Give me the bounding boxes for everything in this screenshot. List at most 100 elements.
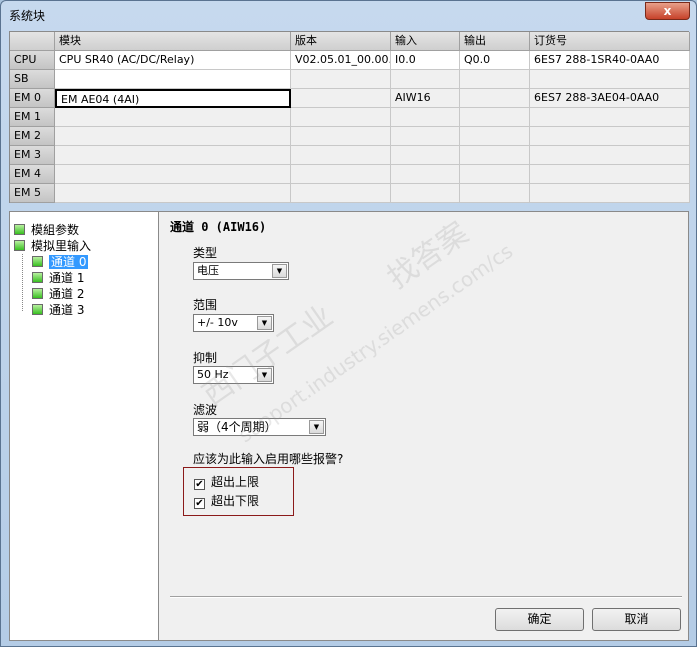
grid-cell[interactable] (55, 184, 291, 203)
settings-area: 模組参数 模拟里输入 通道 0 通道 1 通道 2 通道 3 通道 0 (AIW… (9, 211, 689, 641)
checkmark-icon: ✔ (194, 479, 205, 490)
grid-cell[interactable] (530, 70, 690, 89)
channel-panel: 通道 0 (AIW16) 类型 电压 ▼ 范围 +/- 10v ▼ 抑制 50 Hz… (160, 212, 688, 640)
grid-cell[interactable]: V02.05.01_00.00... (291, 51, 391, 70)
grid-row: EM 2 (10, 127, 690, 146)
grid-cell[interactable]: CPU SR40 (AC/DC/Relay) (55, 51, 291, 70)
grid-cell[interactable] (530, 165, 690, 184)
slot-label[interactable]: SB (10, 70, 55, 89)
grid-cell[interactable] (530, 127, 690, 146)
slot-label[interactable]: EM 4 (10, 165, 55, 184)
tree-item-analog-input[interactable]: 模拟里输入 (14, 238, 91, 254)
grid-cell[interactable] (530, 108, 690, 127)
tree-item-module-params[interactable]: 模組参数 (14, 222, 79, 238)
range-select[interactable]: +/- 10v ▼ (193, 314, 274, 332)
grid-cell[interactable] (460, 127, 530, 146)
type-label: 类型 (193, 246, 218, 260)
grid-cell[interactable] (291, 146, 391, 165)
node-icon (14, 224, 25, 235)
node-icon (32, 272, 43, 283)
node-icon (32, 304, 43, 315)
grid-cell[interactable] (391, 146, 460, 165)
grid-cell[interactable] (460, 108, 530, 127)
grid-cell[interactable] (291, 165, 391, 184)
grid-cell[interactable] (55, 127, 291, 146)
grid-cell[interactable] (55, 146, 291, 165)
upper-limit-checkbox[interactable]: ✔ 超出上限 (194, 473, 259, 490)
grid-cell[interactable] (391, 184, 460, 203)
type-select[interactable]: 电压 ▼ (193, 262, 289, 280)
divider (170, 596, 682, 598)
grid-cell[interactable] (391, 165, 460, 184)
grid-cell[interactable] (460, 70, 530, 89)
grid-cell[interactable] (55, 165, 291, 184)
tree-item-channel-3[interactable]: 通道 3 (32, 302, 84, 318)
grid-cell[interactable]: Q0.0 (460, 51, 530, 70)
alarm-group: ✔ 超出上限 ✔ 超出下限 (183, 467, 294, 516)
tree-line (22, 254, 23, 311)
module-grid: 模块 版本 输入 输出 订货号 CPU CPU SR40 (AC/DC/Relay) V02.… (9, 31, 690, 203)
suppress-label: 抑制 (193, 351, 218, 365)
suppress-select[interactable]: 50 Hz ▼ (193, 366, 274, 384)
grid-row: SB (10, 70, 690, 89)
grid-header-row: 模块 版本 输入 输出 订货号 (10, 32, 690, 51)
node-icon (14, 240, 25, 251)
slot-label[interactable]: EM 2 (10, 127, 55, 146)
grid-cell[interactable] (391, 108, 460, 127)
close-button[interactable]: x (645, 2, 690, 20)
filter-select[interactable]: 弱（4个周期） ▼ (193, 418, 326, 436)
slot-label[interactable]: EM 5 (10, 184, 55, 203)
grid-cell[interactable] (291, 184, 391, 203)
grid-row: EM 4 (10, 165, 690, 184)
column-header (10, 32, 55, 51)
tree-item-channel-1[interactable]: 通道 1 (32, 270, 84, 286)
grid-cell[interactable]: AIW16 (391, 89, 460, 108)
grid-cell[interactable] (460, 184, 530, 203)
column-header: 版本 (291, 32, 391, 51)
system-block-window: 系统块 x 模块 版本 输入 输出 订货号 CPU CPU SR40 (AC/DC/Rela… (0, 0, 697, 647)
chevron-down-icon: ▼ (257, 368, 272, 382)
cancel-button[interactable]: 取消 (592, 608, 681, 631)
node-icon (32, 288, 43, 299)
slot-label[interactable]: EM 3 (10, 146, 55, 165)
filter-label: 滤波 (193, 403, 218, 417)
slot-label[interactable]: EM 0 (10, 89, 55, 108)
tree-item-channel-2[interactable]: 通道 2 (32, 286, 84, 302)
chevron-down-icon: ▼ (309, 420, 324, 434)
grid-cell[interactable] (291, 127, 391, 146)
grid-row: EM 0 EM AE04 (4AI) AIW16 6ES7 288-3AE04-0AA… (10, 89, 690, 108)
channel-heading: 通道 0 (AIW16) (170, 220, 267, 234)
grid-cell[interactable] (530, 146, 690, 165)
grid-row: EM 1 (10, 108, 690, 127)
grid-cell[interactable] (391, 70, 460, 89)
column-header: 输出 (460, 32, 530, 51)
grid-cell[interactable] (55, 70, 291, 89)
grid-cell[interactable] (291, 70, 391, 89)
grid-cell[interactable]: 6ES7 288-3AE04-0AA0 (530, 89, 690, 108)
window-title: 系统块 (9, 9, 46, 23)
grid-row: CPU CPU SR40 (AC/DC/Relay) V02.05.01_00.00… (10, 51, 690, 70)
chevron-down-icon: ▼ (257, 316, 272, 330)
grid-cell[interactable] (55, 108, 291, 127)
grid-cell[interactable] (460, 89, 530, 108)
lower-limit-checkbox[interactable]: ✔ 超出下限 (194, 492, 259, 509)
grid-cell[interactable] (530, 184, 690, 203)
grid-cell[interactable] (291, 108, 391, 127)
parameter-tree: 模組参数 模拟里输入 通道 0 通道 1 通道 2 通道 3 (10, 212, 159, 640)
grid-cell[interactable]: EM AE04 (4AI) (55, 89, 291, 108)
ok-button[interactable]: 确定 (495, 608, 584, 631)
grid-cell[interactable] (460, 146, 530, 165)
grid-cell[interactable] (460, 165, 530, 184)
grid-row: EM 5 (10, 184, 690, 203)
slot-label[interactable]: CPU (10, 51, 55, 70)
slot-label[interactable]: EM 1 (10, 108, 55, 127)
range-label: 范围 (193, 298, 218, 312)
grid-cell[interactable] (391, 127, 460, 146)
chevron-down-icon: ▼ (272, 264, 287, 278)
grid-cell[interactable] (291, 89, 391, 108)
column-header: 模块 (55, 32, 291, 51)
tree-item-channel-0[interactable]: 通道 0 (32, 254, 89, 270)
grid-cell[interactable]: 6ES7 288-1SR40-0AA0 (530, 51, 690, 70)
grid-cell[interactable]: I0.0 (391, 51, 460, 70)
grid-row: EM 3 (10, 146, 690, 165)
